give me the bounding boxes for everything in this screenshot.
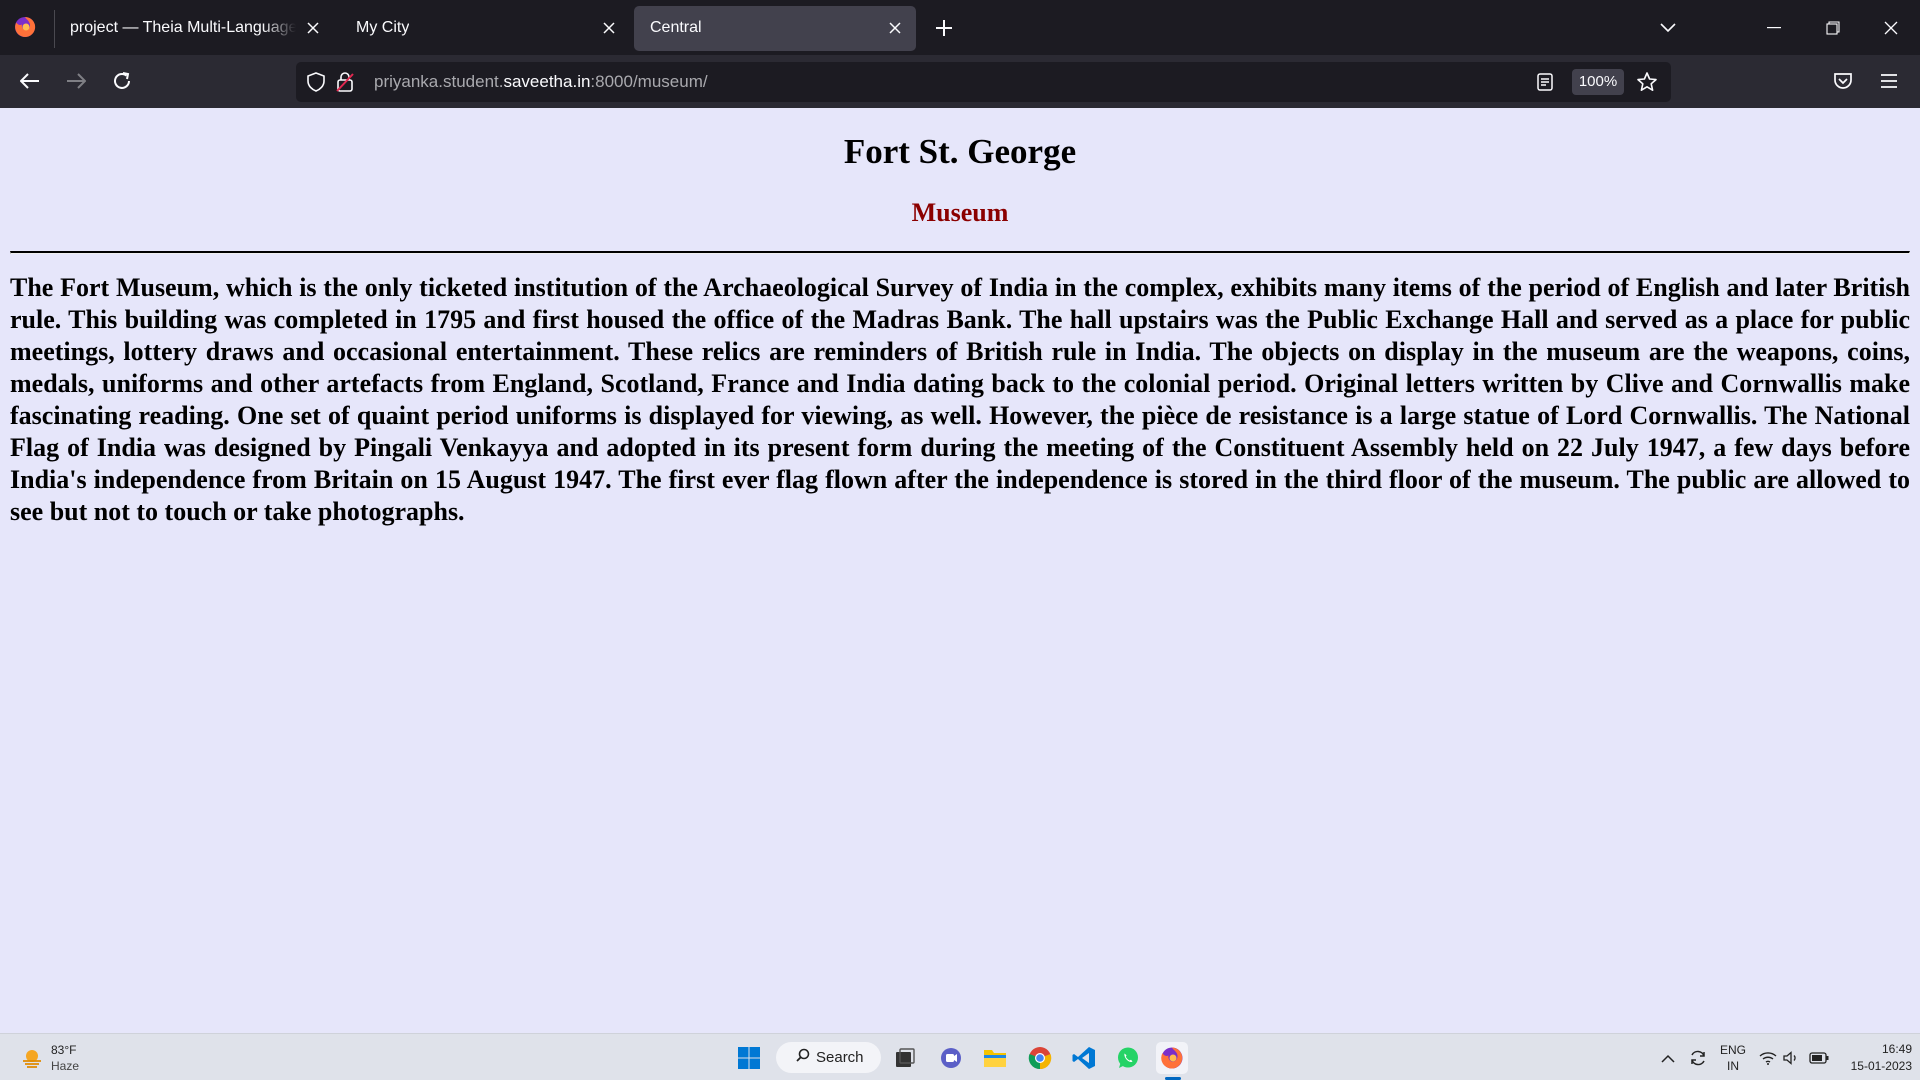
minimize-window-icon[interactable] xyxy=(1757,11,1791,45)
region-indicator[interactable]: IN xyxy=(1718,1059,1748,1073)
tab-title: project — Theia Multi-Language Exa xyxy=(70,19,296,36)
whatsapp-icon[interactable] xyxy=(1112,1042,1144,1074)
clock-date[interactable]: 15-01-2023 xyxy=(1832,1059,1912,1073)
firefox-menu-icon[interactable] xyxy=(12,14,38,40)
page-subtitle: Museum xyxy=(911,198,1009,227)
windows-taskbar: 83°F Haze Search ENG IN 16:49 15-01-2023 xyxy=(0,1033,1920,1080)
zoom-level-button[interactable]: 100% xyxy=(1572,69,1624,95)
close-tab-icon[interactable] xyxy=(302,17,324,39)
web-page-content: Fort St. George Museum The Fort Museum, … xyxy=(0,108,1920,1033)
tracking-protection-shield-icon[interactable] xyxy=(306,72,326,97)
chevron-up-hidden-icons-icon[interactable] xyxy=(1658,1042,1678,1074)
battery-icon[interactable] xyxy=(1806,1042,1832,1074)
pocket-icon[interactable] xyxy=(1826,64,1860,98)
forward-arrow-icon[interactable] xyxy=(59,64,93,98)
navigation-toolbar: priyanka.student.saveetha.in:8000/museum… xyxy=(0,55,1920,108)
chrome-icon[interactable] xyxy=(1024,1042,1056,1074)
tab-central-active[interactable]: Central xyxy=(634,6,916,51)
bookmark-star-icon[interactable] xyxy=(1636,71,1658,98)
museum-description-paragraph: The Fort Museum, which is the only ticke… xyxy=(10,273,1910,526)
url-prefix: priyanka.student. xyxy=(374,72,504,91)
tab-project[interactable]: project — Theia Multi-Language Exa xyxy=(54,6,334,51)
volume-speaker-icon[interactable] xyxy=(1780,1042,1804,1074)
close-tab-icon[interactable] xyxy=(884,17,906,39)
clock-time[interactable]: 16:49 xyxy=(1832,1042,1912,1056)
reload-icon[interactable] xyxy=(105,64,139,98)
taskbar-search-button[interactable]: Search xyxy=(776,1042,881,1073)
search-icon xyxy=(796,1048,810,1067)
search-label: Search xyxy=(816,1049,864,1066)
url-suffix: :8000/museum/ xyxy=(590,72,708,91)
list-all-tabs-chevron-down-icon[interactable] xyxy=(1651,11,1685,45)
close-window-icon[interactable] xyxy=(1874,11,1908,45)
weather-description[interactable]: Haze xyxy=(51,1059,79,1073)
wifi-icon[interactable] xyxy=(1756,1042,1780,1074)
weather-temperature[interactable]: 83°F xyxy=(51,1043,76,1057)
teams-chat-icon[interactable] xyxy=(935,1042,967,1074)
new-tab-button[interactable] xyxy=(927,11,961,45)
horizontal-rule xyxy=(10,251,1910,254)
tab-title: Central xyxy=(650,19,702,36)
hamburger-menu-icon[interactable] xyxy=(1872,64,1906,98)
url-host: saveetha.in xyxy=(503,72,591,91)
firefox-taskbar-icon[interactable] xyxy=(1156,1042,1188,1074)
close-tab-icon[interactable] xyxy=(598,17,620,39)
insecure-lock-icon[interactable] xyxy=(336,72,354,97)
language-indicator[interactable]: ENG xyxy=(1718,1043,1748,1057)
sync-refresh-icon[interactable] xyxy=(1684,1042,1712,1074)
url-text[interactable]: priyanka.student.saveetha.in:8000/museum… xyxy=(374,72,708,92)
task-view-icon[interactable] xyxy=(889,1042,921,1074)
address-bar[interactable]: priyanka.student.saveetha.in:8000/museum… xyxy=(296,62,1671,102)
back-arrow-icon[interactable] xyxy=(13,64,47,98)
tab-title: My City xyxy=(356,19,410,36)
page-title: Fort St. George xyxy=(843,132,1077,171)
start-windows-icon[interactable] xyxy=(733,1042,765,1074)
tab-my-city[interactable]: My City xyxy=(340,6,630,51)
file-explorer-folder-icon[interactable] xyxy=(979,1042,1011,1074)
vscode-icon[interactable] xyxy=(1068,1042,1100,1074)
restore-window-icon[interactable] xyxy=(1816,11,1850,45)
reader-view-icon[interactable] xyxy=(1536,72,1554,97)
tab-strip: project — Theia Multi-Language Exa My Ci… xyxy=(0,0,1920,55)
weather-haze-sun-icon[interactable] xyxy=(20,1046,44,1070)
